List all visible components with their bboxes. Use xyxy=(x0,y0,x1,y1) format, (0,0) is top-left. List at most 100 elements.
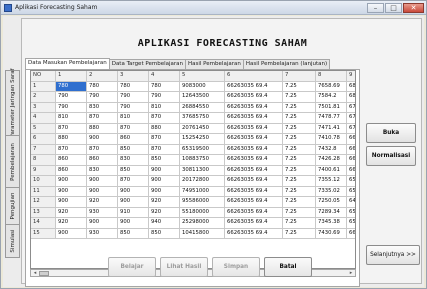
table-cell[interactable]: 6495. xyxy=(347,197,355,208)
table-cell[interactable]: 9083000 xyxy=(180,81,225,92)
table-cell[interactable]: 7345.38 xyxy=(316,218,347,229)
table-cell[interactable]: 810 xyxy=(149,102,180,113)
table-cell[interactable]: 850 xyxy=(118,228,149,239)
belajar-button[interactable]: Belajar xyxy=(108,257,156,277)
table-cell[interactable]: 55180000 xyxy=(180,207,225,218)
column-header[interactable]: 4 xyxy=(149,71,180,82)
table-cell[interactable]: 920 xyxy=(56,218,87,229)
table-cell[interactable]: 66263035 69.4 xyxy=(225,228,283,239)
column-header[interactable]: 6 xyxy=(225,71,283,82)
table-cell[interactable]: 6705. xyxy=(347,124,355,134)
table-cell[interactable]: 7501.81 xyxy=(316,102,347,113)
table-cell[interactable]: 880 xyxy=(56,134,87,145)
table-cell[interactable]: 26884550 xyxy=(180,102,225,113)
table-cell[interactable]: 780 xyxy=(87,81,118,92)
table-cell[interactable]: 900 xyxy=(87,176,118,187)
table-cell[interactable]: 880 xyxy=(149,123,180,134)
buka-button[interactable]: Buka xyxy=(366,123,416,143)
table-cell[interactable]: 810 xyxy=(118,113,149,124)
table-cell[interactable]: 860 xyxy=(118,134,149,145)
table-row[interactable]: 15 900 930 850 850 10415800 66263035 69.4 7.25 7… xyxy=(31,228,355,239)
table-cell[interactable]: 6758. xyxy=(347,113,355,124)
table-cell[interactable]: 870 xyxy=(56,123,87,134)
table-cell[interactable]: 7.25 xyxy=(283,176,316,187)
column-header[interactable]: 1 xyxy=(56,71,87,82)
table-cell[interactable]: 6812. xyxy=(347,92,355,103)
table-cell[interactable]: 850 xyxy=(118,165,149,176)
row-index-cell[interactable]: 8 xyxy=(31,155,56,166)
table-cell[interactable]: 860 xyxy=(87,155,118,166)
table-cell[interactable]: 790 xyxy=(118,102,149,113)
table-cell[interactable]: 790 xyxy=(149,92,180,103)
row-index-cell[interactable]: 14 xyxy=(31,218,56,229)
table-cell[interactable]: 7658.69 xyxy=(316,81,347,92)
table-cell[interactable]: 7426.28 xyxy=(316,155,347,166)
table-cell[interactable]: 870 xyxy=(56,144,87,155)
table-cell[interactable]: 7400.61 xyxy=(316,165,347,176)
row-index-cell[interactable]: 15 xyxy=(31,228,56,239)
row-index-cell[interactable]: 6 xyxy=(31,134,56,145)
row-index-cell[interactable]: 2 xyxy=(31,92,56,103)
table-cell[interactable]: 66263035 69.4 xyxy=(225,218,283,229)
table-cell[interactable]: 66263035 69.4 xyxy=(225,102,283,113)
table-cell[interactable]: 870 xyxy=(118,123,149,134)
vtab-parameter[interactable]: Parameter Jaringan Saraf xyxy=(5,68,20,138)
table-cell[interactable]: 900 xyxy=(118,218,149,229)
table-cell[interactable]: 15254250 xyxy=(180,134,225,145)
table-cell[interactable]: 66263035 69.4 xyxy=(225,197,283,208)
table-cell[interactable]: 860 xyxy=(56,155,87,166)
row-index-cell[interactable]: 3 xyxy=(31,102,56,113)
table-cell[interactable]: 860 xyxy=(56,165,87,176)
table-cell[interactable]: 6656. xyxy=(347,229,355,239)
vtab-simulasi[interactable]: Simulasi xyxy=(5,224,20,258)
scroll-right-icon[interactable]: ▸ xyxy=(347,270,355,276)
table-cell[interactable]: 900 xyxy=(56,228,87,239)
table-cell[interactable]: 920 xyxy=(56,207,87,218)
row-index-cell[interactable]: 10 xyxy=(31,176,56,187)
tab-data-masukan[interactable]: Data Masukan Pembelajaran xyxy=(25,58,110,69)
table-cell[interactable]: 920 xyxy=(149,207,180,218)
column-header[interactable]: 7 xyxy=(283,71,316,82)
table-cell[interactable]: 7.25 xyxy=(283,155,316,166)
table-cell[interactable]: 66263035 69.4 xyxy=(225,134,283,145)
table-cell[interactable]: 37685750 xyxy=(180,113,225,124)
table-cell[interactable]: 66263035 69.4 xyxy=(225,123,283,134)
scroll-left-icon[interactable]: ◂ xyxy=(31,270,39,276)
table-cell[interactable]: 790 xyxy=(56,92,87,103)
table-cell[interactable]: 900 xyxy=(87,218,118,229)
table-cell[interactable]: 850 xyxy=(149,228,180,239)
table-cell[interactable]: 7478.77 xyxy=(316,113,347,124)
table-cell[interactable]: 7289.34 xyxy=(316,207,347,218)
table-cell[interactable]: 900 xyxy=(56,186,87,197)
normalisasi-button[interactable]: Normalisasi xyxy=(366,146,416,166)
table-cell[interactable]: 870 xyxy=(87,113,118,124)
table-cell[interactable]: 920 xyxy=(149,197,180,208)
table-cell[interactable]: 870 xyxy=(118,176,149,187)
table-cell[interactable]: 12643500 xyxy=(180,92,225,103)
table-cell[interactable]: 870 xyxy=(149,144,180,155)
scroll-thumb[interactable] xyxy=(39,271,49,276)
vtab-pengujian[interactable]: Pengujian xyxy=(5,187,20,225)
table-cell[interactable]: 7.25 xyxy=(283,92,316,103)
table-cell[interactable]: 7.25 xyxy=(283,186,316,197)
row-index-cell[interactable]: 9 xyxy=(31,165,56,176)
table-row[interactable]: 5 870 880 870 880 20761450 66263035 69.4 7.25 74… xyxy=(31,123,355,134)
vtab-pembelajaran[interactable]: Pembelajaran xyxy=(5,135,20,188)
selanjutnya-button[interactable]: Selanjutnya >> xyxy=(366,245,420,265)
table-row[interactable]: 9 860 830 850 900 30811300 66263035 69.4 7.25 74… xyxy=(31,165,355,176)
table-cell[interactable]: 930 xyxy=(87,207,118,218)
table-cell[interactable]: 930 xyxy=(87,228,118,239)
table-cell[interactable]: 66263035 69.4 xyxy=(225,144,283,155)
table-cell[interactable]: 10415800 xyxy=(180,228,225,239)
batal-button[interactable]: Batal xyxy=(264,257,312,277)
lihat-hasil-button[interactable]: Lihat Hasil xyxy=(160,257,208,277)
table-cell[interactable]: 7.25 xyxy=(283,81,316,92)
tab-hasil-lanjutan[interactable]: Hasil Pembelajaran (lanjutan) xyxy=(242,59,331,69)
table-cell[interactable]: 870 xyxy=(149,134,180,145)
table-cell[interactable]: 7.25 xyxy=(283,123,316,134)
row-index-cell[interactable]: 4 xyxy=(31,113,56,124)
table-cell[interactable]: 7250.05 xyxy=(316,197,347,208)
table-cell[interactable]: 95586000 xyxy=(180,197,225,208)
table-row[interactable]: 6 880 900 860 870 15254250 66263035 69.4 7.25 74… xyxy=(31,134,355,145)
column-header[interactable]: 8 xyxy=(316,71,347,82)
